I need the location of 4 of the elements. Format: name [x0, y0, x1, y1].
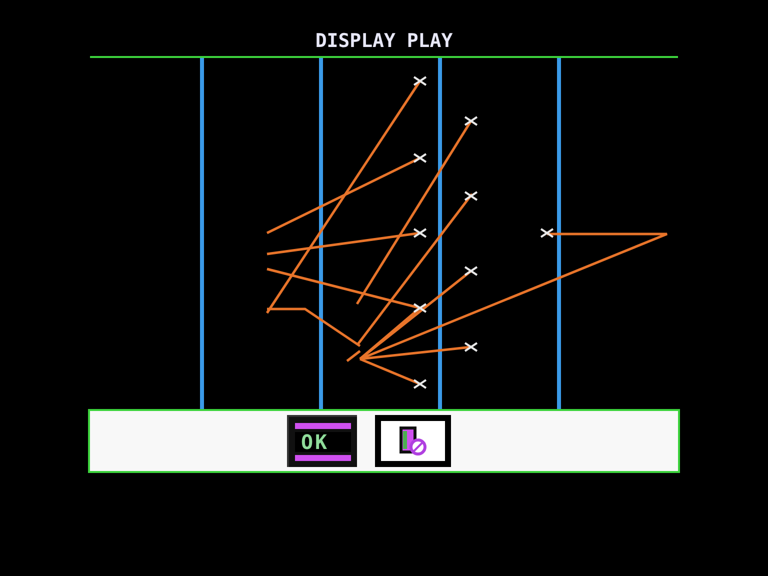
document-button[interactable]	[375, 415, 451, 467]
document-icon	[398, 425, 428, 457]
screen-title: DISPLAY PLAY	[315, 30, 453, 52]
ok-button[interactable]: OK	[287, 415, 357, 467]
